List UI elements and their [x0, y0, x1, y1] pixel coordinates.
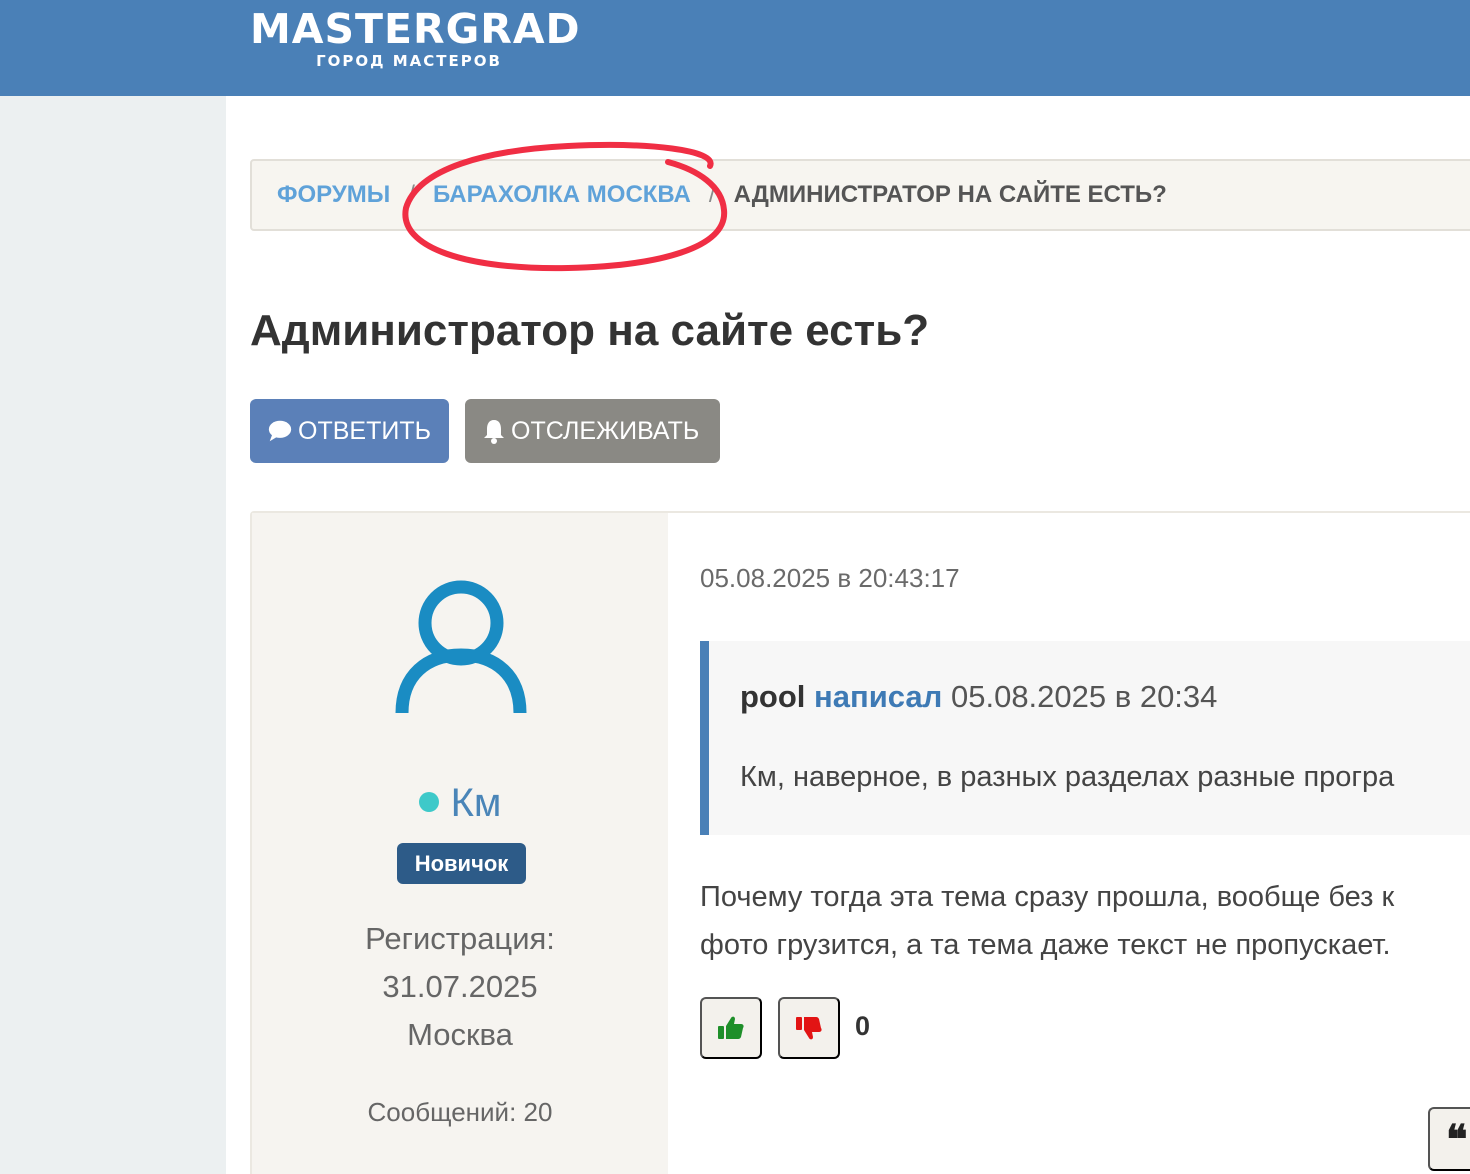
post-text-line: фото грузится, а та тема даже текст не п…: [700, 929, 1391, 961]
breadcrumb-link-forums[interactable]: Форумы: [277, 181, 390, 209]
post-quote: pool написал 05.08.2025 в 20:34 Км, наве…: [700, 641, 1470, 835]
site-header: MASTERGRAD ГОРОД МАСТЕРОВ: [0, 0, 1470, 96]
breadcrumb-separator: /: [408, 181, 415, 208]
breadcrumb-link-baraholka[interactable]: Барахолка Москва: [433, 181, 691, 209]
page-title: Администратор на сайте есть?: [250, 306, 930, 355]
registration-date: 31.07.2025: [382, 969, 538, 1004]
vote-up-button[interactable]: [700, 997, 762, 1059]
breadcrumb-current: Администратор на сайте есть?: [733, 181, 1167, 208]
left-sidebar-background: [0, 96, 226, 1174]
author-city: Москва: [407, 1017, 513, 1052]
rank-badge: Новичок: [397, 843, 526, 884]
post-text-line: Почему тогда эта тема сразу прошла, вооб…: [700, 881, 1395, 913]
post-content: 05.08.2025 в 20:43:17 pool написал 05.08…: [668, 513, 1470, 1174]
quote-text: Км, наверное, в разных разделах разные п…: [740, 761, 1395, 793]
quote-reply-button[interactable]: ❝: [1428, 1107, 1470, 1171]
post-author: Км: [252, 781, 668, 826]
breadcrumb-separator: /: [708, 181, 716, 208]
reply-button[interactable]: Ответить: [250, 399, 449, 463]
quote-author: pool: [740, 679, 806, 714]
logo-subtitle: ГОРОД МАСТЕРОВ: [316, 52, 502, 70]
user-avatar-icon[interactable]: [395, 575, 527, 717]
site-logo[interactable]: MASTERGRAD ГОРОД МАСТЕРОВ: [250, 6, 580, 70]
thumbs-up-icon: [718, 1016, 744, 1039]
bell-icon: [484, 420, 504, 444]
post-date[interactable]: 05.08.2025 в 20:43:17: [700, 563, 960, 594]
quote-source-link[interactable]: написал: [814, 679, 942, 714]
author-name-link[interactable]: Км: [451, 781, 502, 825]
post-text: Почему тогда эта тема сразу прошла, вооб…: [700, 873, 1394, 969]
reply-button-label: Ответить: [298, 416, 431, 445]
watch-button-label: Отслеживать: [511, 416, 700, 445]
watch-button[interactable]: Отслеживать: [465, 399, 720, 463]
author-messages-count: Сообщений: 20: [367, 1097, 553, 1127]
post-author-panel: Км Новичок Регистрация: 31.07.2025 Москв…: [252, 513, 668, 1174]
logo-title: MASTERGRAD: [250, 5, 581, 53]
vote-down-button[interactable]: [778, 997, 840, 1059]
speech-bubble-icon: [268, 420, 292, 442]
quote-marks-icon: ❝: [1446, 1115, 1468, 1163]
registration-label: Регистрация:: [365, 921, 555, 956]
forum-post: Км Новичок Регистрация: 31.07.2025 Москв…: [250, 511, 1470, 1174]
vote-count: 0: [855, 1011, 871, 1041]
online-status-indicator: [418, 792, 439, 813]
quote-date: 05.08.2025 в 20:34: [950, 679, 1218, 714]
breadcrumb: Форумы / Барахолка Москва / Администрато…: [250, 159, 1470, 231]
thumbs-down-icon: [796, 1017, 822, 1040]
quote-header: pool написал 05.08.2025 в 20:34: [740, 679, 1217, 715]
